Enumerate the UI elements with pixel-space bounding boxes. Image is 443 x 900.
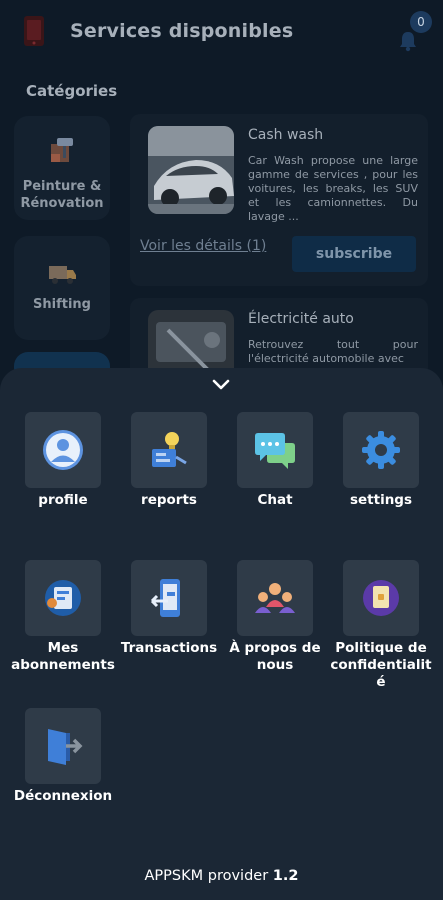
menu-item-mes-abonnements[interactable]: Mes abonnements [10,560,116,680]
gear-icon [362,431,400,469]
app-version-footer: APPSKM provider 1.2 [0,868,443,884]
service-description: Car Wash propose une large gamme de serv… [248,154,418,223]
menu-item-label: À propos de nous [229,640,321,673]
app-logo-icon [24,16,44,46]
menu-item-label: Mes abonnements [11,640,115,673]
categories-heading: Catégories [26,82,118,100]
service-name: Électricité auto [248,311,354,327]
logout-door-icon [48,729,83,765]
menu-icon-box [131,560,207,636]
menu-item-label: Transactions [120,640,218,656]
menu-icon-box [131,412,207,488]
service-image [148,126,234,214]
menu-item-label: profile [38,492,88,508]
menu-icon-box [237,412,313,488]
menu-icon-box [343,560,419,636]
service-card-cash-wash: Cash wash Car Wash propose une large gam… [130,114,428,286]
menu-item-settings[interactable]: settings [328,412,434,512]
subscribe-button[interactable]: subscribe [292,236,416,272]
car-wash-image [148,126,234,214]
menu-item-chat[interactable]: Chat [222,412,328,512]
menu-icon-box [25,412,101,488]
category-label: Peinture & Rénovation [20,179,104,211]
menu-item-label: reports [141,492,197,508]
truck-icon [49,266,76,284]
page-title: Services disponibles [70,20,294,42]
app-version: 1.2 [272,868,299,884]
menu-item-deconnexion[interactable]: Déconnexion [10,708,116,808]
menu-item-label: Chat [257,492,293,508]
category-label: Shifting [33,297,91,312]
report-bulb-icon [152,432,187,467]
menu-item-politique[interactable]: Politique de confidentialit é [328,560,434,700]
app-header: Services disponibles 0 [0,0,443,64]
service-details-link[interactable]: Voir les détails (1) [140,236,270,256]
category-card-peinture[interactable]: Peinture & Rénovation [14,116,110,220]
menu-icon-box [25,560,101,636]
menu-icon-box [343,412,419,488]
team-people-icon [255,583,295,613]
app-name: APPSKM provider [144,868,269,884]
menu-item-label: Déconnexion [13,788,113,804]
category-card-shifting[interactable]: Shifting [14,236,110,340]
privacy-document-icon [363,580,399,616]
menu-icon-box [237,560,313,636]
service-description: Retrouvez tout pour l'électricité automo… [248,338,418,365]
menu-item-reports[interactable]: reports [116,412,222,512]
menu-item-a-propos[interactable]: À propos de nous [222,560,328,680]
notification-badge: 0 [410,11,432,33]
menu-icon-box [25,708,101,784]
subscription-card-icon [45,580,81,616]
bottom-sheet-menu: profile reports Chat settings Mes abonne… [0,368,443,900]
notification-bell-icon[interactable] [397,30,419,52]
chat-bubbles-icon [255,433,295,469]
chevron-down-icon[interactable] [211,378,231,392]
phone-transfer-icon [150,579,180,617]
service-name: Cash wash [248,127,324,143]
menu-item-label: settings [349,492,413,508]
menu-item-label: Politique de confidentialit é [330,640,432,690]
user-avatar-icon [43,430,83,470]
menu-item-profile[interactable]: profile [10,412,116,512]
paint-roller-icon [51,138,73,162]
menu-item-transactions[interactable]: Transactions [116,560,222,680]
